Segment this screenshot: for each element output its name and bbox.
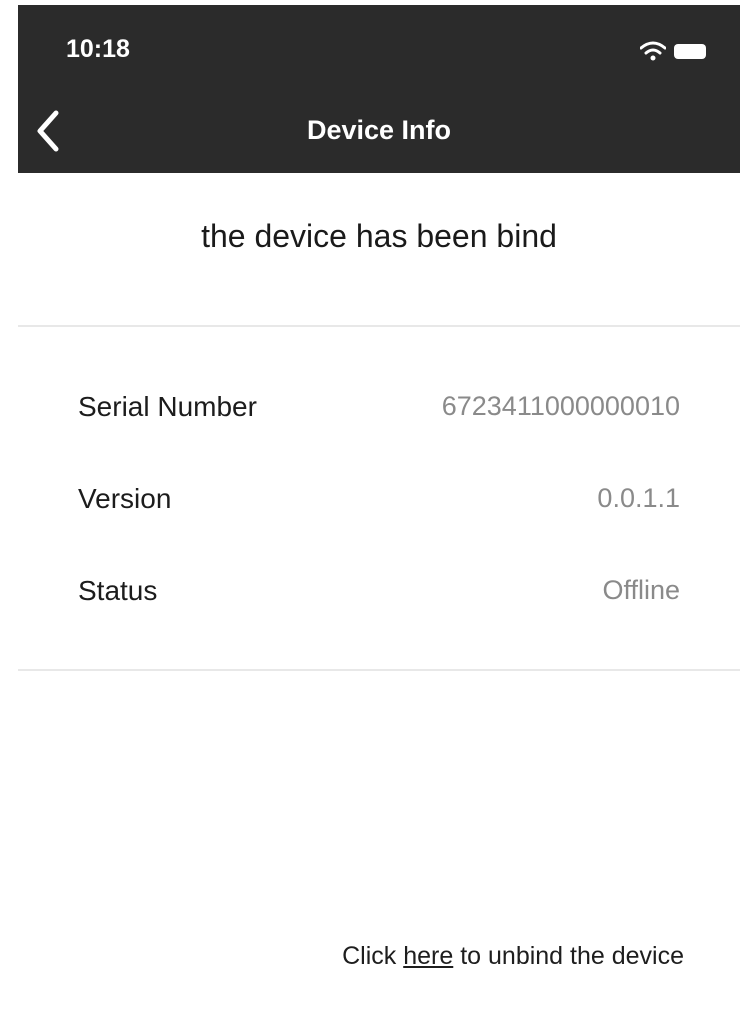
unbind-device-text: Click here to unbind the device xyxy=(342,942,684,971)
status-time: 10:18 xyxy=(66,35,130,63)
status-label: Status xyxy=(78,575,158,606)
status-icons xyxy=(640,41,706,61)
serial-number-row: Serial Number 6723411000000010 xyxy=(18,377,740,437)
battery-icon xyxy=(674,43,706,59)
bind-status-message: the device has been bind xyxy=(201,218,557,254)
status-value: Offline xyxy=(602,575,680,605)
version-label: Version xyxy=(78,483,172,514)
page-title: Device Info xyxy=(306,115,452,145)
unbind-suffix: to unbind the device xyxy=(453,942,684,970)
unbind-prefix: Click xyxy=(342,942,404,970)
version-value: 0.0.1.1 xyxy=(597,483,680,513)
serial-number-label: Serial Number xyxy=(78,391,257,422)
app-bar: 10:18 Device Info xyxy=(18,5,740,173)
screen: 10:18 Device Info the device has been bi… xyxy=(0,0,740,1018)
wifi-icon xyxy=(640,41,666,61)
status-row: Status Offline xyxy=(18,561,740,621)
serial-number-value: 6723411000000010 xyxy=(441,391,680,421)
unbind-link[interactable]: here xyxy=(403,942,453,970)
version-row: Version 0.0.1.1 xyxy=(18,469,740,529)
device-info-list: Serial Number 6723411000000010 Version 0… xyxy=(18,325,740,671)
